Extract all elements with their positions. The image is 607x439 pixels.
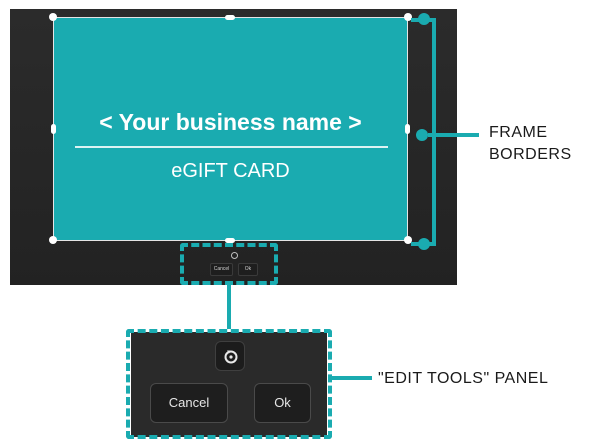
frame-borders-line2: BORDERS [489, 146, 572, 163]
bracket-vertical [432, 18, 436, 246]
crop-handle-right[interactable] [405, 124, 410, 134]
crop-handle-bottom-left[interactable] [49, 236, 57, 244]
edit-tools-highlight [126, 329, 332, 439]
card-divider [75, 146, 388, 148]
frame-borders-line1: FRAME [489, 124, 548, 141]
frame-borders-label: FRAME BORDERS [489, 122, 572, 166]
crop-handle-left[interactable] [51, 124, 56, 134]
bracket-dot-top [418, 13, 430, 25]
card-business-name: < Your business name > [99, 109, 362, 135]
card-subtitle: eGIFT CARD [171, 160, 290, 182]
crop-handle-top[interactable] [225, 15, 235, 20]
gift-card-preview: < Your business name > eGIFT CARD [53, 17, 408, 241]
edit-tools-pointer [332, 376, 372, 380]
zoom-connector [227, 285, 231, 329]
mini-tools-highlight [180, 243, 278, 285]
bracket-dot-middle [416, 129, 428, 141]
bracket-dot-bottom [418, 238, 430, 250]
crop-handle-top-left[interactable] [49, 13, 57, 21]
frame-borders-pointer [428, 133, 479, 137]
edit-tools-label: "EDIT TOOLS" PANEL [378, 370, 549, 387]
